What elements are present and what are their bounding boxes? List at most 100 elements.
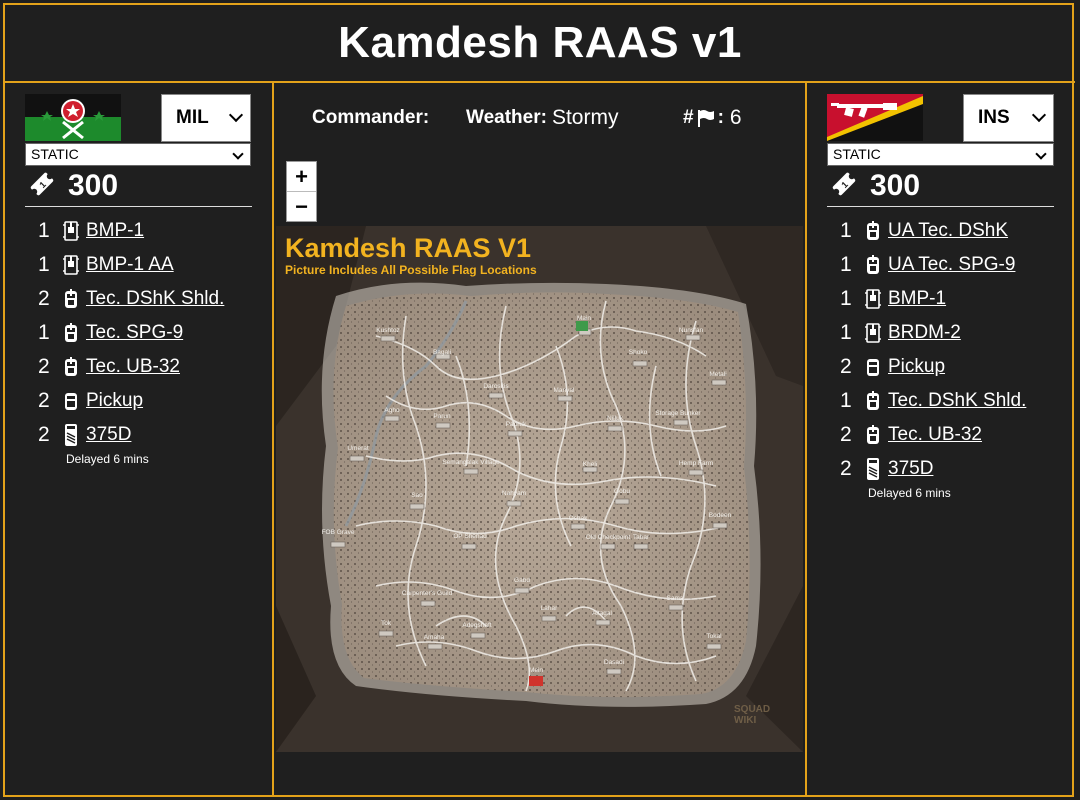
svg-text:Papruk: Papruk bbox=[506, 421, 527, 428]
svg-text:Oshak: Oshak bbox=[569, 515, 589, 522]
svg-text:Lahar: Lahar bbox=[541, 605, 558, 612]
vehicle-link[interactable]: Tec. UB-32 bbox=[86, 356, 180, 378]
svg-text:Kheli: Kheli bbox=[583, 461, 597, 468]
flag-count-value: 6 bbox=[729, 106, 742, 129]
svg-text:Nunsfan: Nunsfan bbox=[679, 327, 704, 334]
logistics-truck-icon bbox=[862, 458, 884, 480]
vehicle-row: 2 Tec. UB-32 bbox=[840, 418, 1026, 452]
map-zoom-control: + − bbox=[286, 161, 317, 222]
flag-count-info: # : 6 bbox=[683, 106, 742, 130]
svg-text:Metali: Metali bbox=[709, 371, 726, 378]
vehicle-link[interactable]: Pickup bbox=[86, 390, 143, 412]
svg-text:Tokal: Tokal bbox=[706, 633, 722, 640]
zoom-in-button[interactable]: + bbox=[287, 162, 316, 192]
weather-info: Weather: Stormy bbox=[466, 106, 618, 130]
weather-label: Weather: bbox=[466, 107, 547, 128]
vehicle-row: 2 Tec. DShK Shld. bbox=[38, 282, 224, 316]
svg-text:Old Checkpoint: Old Checkpoint bbox=[586, 534, 631, 541]
svg-text:OP Shenad: OP Shenad bbox=[453, 533, 487, 540]
page-title: Kamdesh RAAS v1 bbox=[338, 18, 742, 67]
commander-label: Commander: bbox=[312, 107, 430, 128]
left-divider-rule bbox=[25, 206, 252, 207]
apc-icon bbox=[60, 254, 82, 276]
vehicle-count: 2 bbox=[38, 423, 50, 446]
vehicle-link[interactable]: Tec. UB-32 bbox=[888, 424, 982, 446]
map-subtitle: Picture Includes All Possible Flag Locat… bbox=[285, 263, 537, 277]
svg-text:Carpenter's Guild: Carpenter's Guild bbox=[402, 590, 453, 597]
left-faction-select[interactable]: MIL bbox=[161, 94, 251, 142]
vehicle-link[interactable]: BRDM-2 bbox=[888, 322, 961, 344]
vehicle-link[interactable]: BMP-1 bbox=[86, 220, 144, 242]
svg-text:Semangalak Village: Semangalak Village bbox=[442, 459, 500, 466]
map-watermark: SQUAD WIKI bbox=[734, 704, 771, 726]
svg-text:Nahyam: Nahyam bbox=[502, 490, 526, 497]
vehicle-row: 1 BRDM-2 bbox=[840, 316, 1026, 350]
left-ticket-count: 300 bbox=[68, 169, 119, 202]
vehicle-link[interactable]: Pickup bbox=[888, 356, 945, 378]
vehicle-count: 2 bbox=[840, 457, 852, 480]
svg-text:Nilluk: Nilluk bbox=[607, 415, 624, 422]
right-faction-select[interactable]: INS bbox=[963, 94, 1054, 142]
svg-text:Tabar: Tabar bbox=[633, 534, 650, 541]
left-mode-select[interactable]: STATIC bbox=[25, 143, 251, 166]
page-header: Kamdesh RAAS v1 bbox=[5, 5, 1075, 83]
svg-text:Umerat: Umerat bbox=[347, 445, 369, 452]
vehicle-link[interactable]: 375D bbox=[888, 458, 933, 480]
svg-text:Parun: Parun bbox=[433, 413, 451, 420]
left-faction-flag bbox=[25, 94, 121, 141]
vehicle-link[interactable]: UA Tec. DShK bbox=[888, 220, 1008, 242]
vehicle-link[interactable]: BMP-1 AA bbox=[86, 254, 174, 276]
flag-count-hash: # bbox=[683, 107, 694, 128]
left-mode-select-value: STATIC bbox=[31, 146, 79, 162]
chevron-down-icon bbox=[1035, 148, 1047, 160]
map-image: KushtozMain NunsfanBagali ShokoDaroskis … bbox=[276, 226, 803, 752]
technical-icon bbox=[862, 220, 884, 242]
apc-icon bbox=[60, 220, 82, 242]
vehicle-row: 2 Pickup bbox=[38, 384, 224, 418]
vehicle-count: 1 bbox=[840, 219, 852, 242]
vehicle-link[interactable]: 375D bbox=[86, 424, 131, 446]
vehicle-count: 2 bbox=[840, 423, 852, 446]
technical-icon bbox=[862, 390, 884, 412]
truck-icon bbox=[862, 356, 884, 378]
svg-text:Kushtoz: Kushtoz bbox=[376, 327, 400, 334]
right-mode-select[interactable]: STATIC bbox=[827, 143, 1054, 166]
right-mode-select-value: STATIC bbox=[833, 146, 881, 162]
map-title: Kamdesh RAAS V1 bbox=[285, 233, 532, 263]
vehicle-link[interactable]: Tec. DShK Shld. bbox=[888, 390, 1026, 412]
vehicle-count: 1 bbox=[840, 321, 852, 344]
vehicle-link[interactable]: Tec. SPG-9 bbox=[86, 322, 183, 344]
left-divider bbox=[272, 82, 274, 797]
left-vehicle-list: 1 BMP-1 1 BMP-1 AA 2 Tec. DShK Shld. 1 Tec. SPG… bbox=[38, 214, 224, 452]
right-divider bbox=[805, 82, 807, 797]
vehicle-row: 1 UA Tec. DShK bbox=[840, 214, 1026, 248]
commander-info: Commander: bbox=[312, 106, 429, 130]
svg-text:Bagali: Bagali bbox=[433, 349, 451, 356]
map-view[interactable]: Kushtoz Main Nunsfan Bagali Shoko Daroskis … bbox=[276, 226, 803, 752]
vehicle-link[interactable]: BMP-1 bbox=[888, 288, 946, 310]
vehicle-count: 1 bbox=[840, 253, 852, 276]
weather-value: Stormy bbox=[551, 106, 619, 129]
technical-icon bbox=[862, 424, 884, 446]
right-ticket-count: 300 bbox=[870, 169, 921, 202]
right-faction-flag bbox=[827, 94, 923, 141]
vehicle-count: 1 bbox=[38, 219, 50, 242]
svg-text:Storage Bunker: Storage Bunker bbox=[655, 410, 701, 417]
truck-icon bbox=[60, 390, 82, 412]
vehicle-link[interactable]: Tec. DShK Shld. bbox=[86, 288, 224, 310]
vehicle-link[interactable]: UA Tec. SPG-9 bbox=[888, 254, 1015, 276]
right-faction-select-value: INS bbox=[978, 107, 1010, 128]
vehicle-row: 1 Tec. DShK Shld. bbox=[840, 384, 1026, 418]
vehicle-row: 1 BMP-1 bbox=[38, 214, 224, 248]
svg-text:Hemp Farm: Hemp Farm bbox=[679, 460, 713, 467]
ticket-icon: 1 bbox=[830, 170, 858, 203]
ticket-icon: 1 bbox=[28, 170, 56, 203]
svg-text:Adegshaft: Adegshaft bbox=[462, 622, 491, 629]
zoom-out-button[interactable]: − bbox=[287, 192, 316, 221]
logistics-truck-icon bbox=[60, 424, 82, 446]
chevron-down-icon bbox=[232, 148, 244, 160]
vehicle-count: 2 bbox=[38, 389, 50, 412]
svg-text:Mein: Mein bbox=[529, 667, 543, 674]
technical-icon bbox=[862, 254, 884, 276]
svg-text:Dasadi: Dasadi bbox=[604, 659, 624, 666]
